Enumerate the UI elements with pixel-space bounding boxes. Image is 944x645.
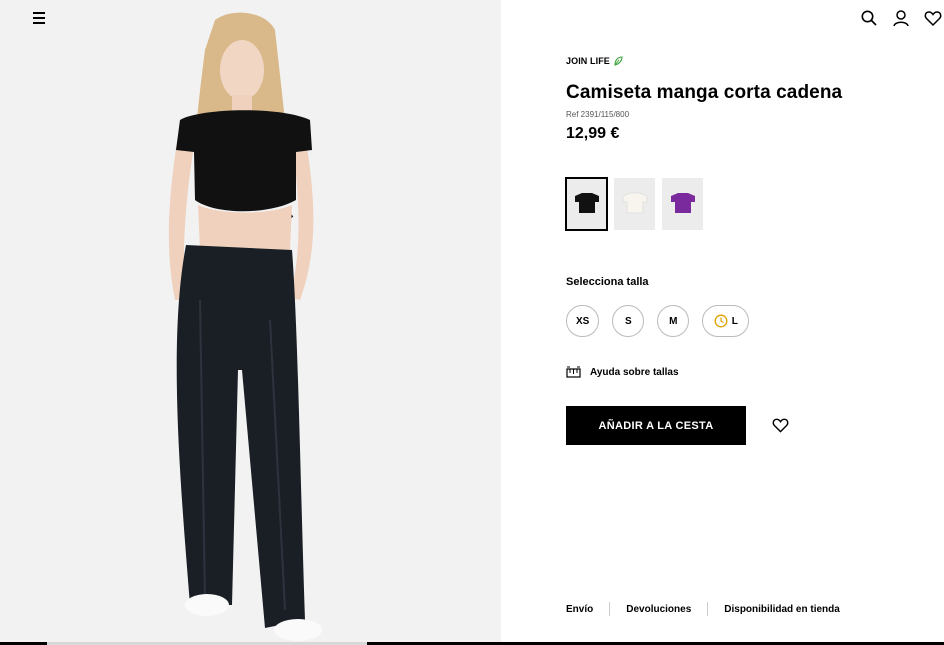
model-photo <box>0 0 501 642</box>
product-title: Camiseta manga corta cadena <box>566 82 843 103</box>
color-swatch-black[interactable] <box>565 177 608 231</box>
link-divider <box>609 602 611 616</box>
product-reference: Ref 2391/115/800 <box>566 110 630 119</box>
size-help-link[interactable]: Ayuda sobre tallas <box>566 366 679 379</box>
returns-link[interactable]: Devoluciones <box>626 604 691 615</box>
color-swatch-purple[interactable] <box>662 178 703 230</box>
info-links: Envío Devoluciones Disponibilidad en tie… <box>566 602 840 616</box>
user-icon[interactable] <box>892 9 910 27</box>
size-help-label: Ayuda sobre tallas <box>590 367 679 378</box>
store-availability-link[interactable]: Disponibilidad en tienda <box>724 604 840 615</box>
product-image[interactable] <box>0 0 501 642</box>
heart-icon[interactable] <box>924 9 942 27</box>
hamburger-menu-icon[interactable] <box>30 10 48 26</box>
tshirt-thumbnail <box>622 192 647 214</box>
add-to-cart-button[interactable]: AÑADIR A LA CESTA <box>566 406 746 445</box>
tshirt-thumbnail <box>574 193 599 213</box>
clock-icon <box>714 314 728 328</box>
heart-icon[interactable] <box>772 417 789 433</box>
size-option-s[interactable]: S <box>612 305 645 337</box>
size-selector: XS S M L <box>566 305 750 337</box>
size-option-l[interactable]: L <box>702 305 750 337</box>
size-option-xs[interactable]: XS <box>566 305 600 337</box>
size-option-l-label: L <box>731 315 738 327</box>
search-icon[interactable] <box>860 9 878 27</box>
product-page: JOIN LIFE Camiseta manga corta cadena Re… <box>0 0 944 645</box>
link-divider <box>707 602 709 616</box>
size-option-m[interactable]: M <box>657 305 690 337</box>
product-info: JOIN LIFE Camiseta manga corta cadena Re… <box>566 56 906 143</box>
join-life-badge: JOIN LIFE <box>566 56 906 66</box>
header-actions <box>860 9 944 27</box>
color-selector <box>565 177 703 231</box>
color-swatch-white[interactable] <box>614 178 655 230</box>
tshirt-thumbnail <box>670 193 695 213</box>
ruler-icon <box>566 366 581 378</box>
shipping-link[interactable]: Envío <box>566 604 593 615</box>
join-life-label: JOIN LIFE <box>566 56 610 66</box>
leaf-icon <box>614 56 623 66</box>
product-price: 12,99 € <box>566 125 620 142</box>
size-selector-label: Selecciona talla <box>566 276 649 288</box>
